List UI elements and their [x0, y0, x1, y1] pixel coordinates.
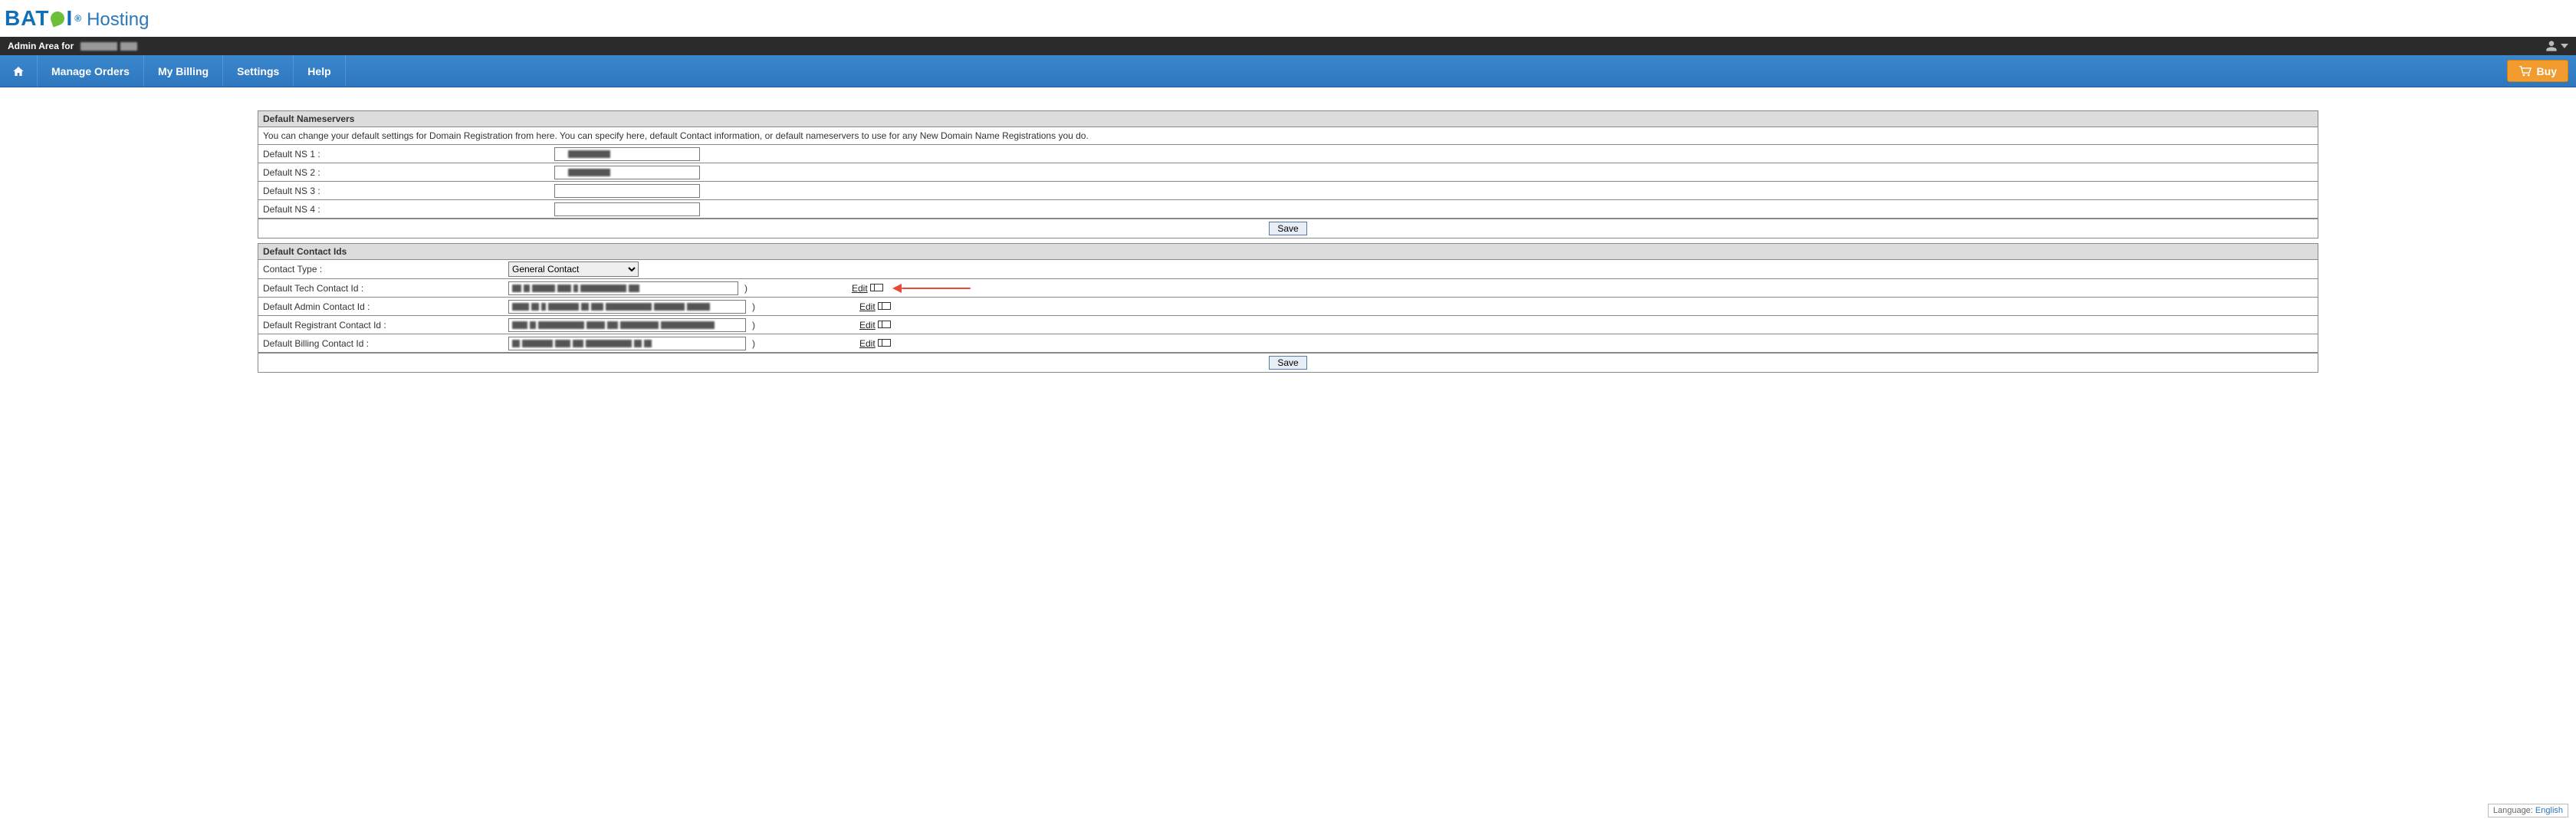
- save-nameservers-button[interactable]: Save: [1269, 222, 1306, 235]
- popup-icon: [878, 320, 891, 331]
- user-icon: [2545, 40, 2558, 52]
- nav-home[interactable]: [0, 55, 38, 87]
- ns4-label: Default NS 4 :: [258, 202, 550, 217]
- ns-row-3: Default NS 3 :: [258, 182, 2318, 200]
- section-title-nameservers: Default Nameservers: [258, 111, 2318, 127]
- paren: ): [744, 283, 748, 294]
- panel-default-nameservers: Default Nameservers You can change your …: [258, 110, 2318, 238]
- nameservers-description: You can change your default settings for…: [258, 127, 2318, 145]
- popup-icon: [870, 283, 883, 294]
- redacted-text: [80, 42, 117, 51]
- popup-icon: [878, 301, 891, 312]
- paren: ): [752, 338, 755, 349]
- redacted-text: [568, 150, 610, 158]
- nav-help[interactable]: Help: [294, 55, 345, 87]
- billing-contact-row: Default Billing Contact Id : ) Edit: [258, 334, 2318, 353]
- ns3-input[interactable]: [554, 184, 700, 198]
- ns4-input[interactable]: [554, 202, 700, 216]
- admin-contact-row: Default Admin Contact Id : ) Edit: [258, 298, 2318, 316]
- redacted-text: [120, 42, 137, 51]
- edit-tech-contact-link[interactable]: Edit: [852, 283, 883, 294]
- panel-default-contacts: Default Contact Ids Contact Type : Gener…: [258, 243, 2318, 373]
- ns-row-4: Default NS 4 :: [258, 200, 2318, 219]
- main-nav: Manage Orders My Billing Settings Help B…: [0, 55, 2576, 87]
- buy-button[interactable]: Buy: [2507, 60, 2568, 82]
- nav-my-billing[interactable]: My Billing: [144, 55, 223, 87]
- admin-bar: Admin Area for: [0, 37, 2576, 55]
- language-selector[interactable]: Language: English: [2488, 804, 2568, 817]
- section-title-contacts: Default Contact Ids: [258, 244, 2318, 260]
- contact-type-select[interactable]: General Contact: [508, 261, 639, 277]
- buy-label: Buy: [2537, 65, 2557, 77]
- paren: ): [752, 301, 755, 312]
- tech-contact-row: Default Tech Contact Id : ) Edit: [258, 279, 2318, 298]
- contact-type-label: Contact Type :: [258, 261, 504, 277]
- user-menu[interactable]: [2545, 40, 2568, 52]
- save-contacts-button[interactable]: Save: [1269, 356, 1306, 370]
- ns-row-2: Default NS 2 :: [258, 163, 2318, 182]
- leaf-icon: [49, 9, 67, 27]
- edit-registrant-contact-link[interactable]: Edit: [859, 320, 891, 331]
- cart-icon: [2518, 66, 2532, 77]
- popup-icon: [878, 338, 891, 349]
- registrant-contact-row: Default Registrant Contact Id : ) Edit: [258, 316, 2318, 334]
- ns-row-1: Default NS 1 :: [258, 145, 2318, 163]
- admin-contact-label: Default Admin Contact Id :: [258, 299, 504, 314]
- admin-area-label: Admin Area for: [8, 41, 74, 51]
- brand-header: BATI® Hosting: [0, 0, 2576, 37]
- ns1-label: Default NS 1 :: [258, 146, 550, 162]
- brand-sub: Hosting: [87, 9, 149, 31]
- tech-contact-display: [508, 281, 738, 295]
- billing-contact-display: [508, 337, 746, 350]
- language-value: English: [2535, 806, 2563, 815]
- nav-manage-orders[interactable]: Manage Orders: [38, 55, 144, 87]
- ns2-label: Default NS 2 :: [258, 165, 550, 180]
- redacted-text: [568, 169, 610, 176]
- language-label: Language:: [2493, 806, 2533, 815]
- billing-contact-label: Default Billing Contact Id :: [258, 336, 504, 351]
- brand-logo[interactable]: BATI®: [5, 6, 82, 31]
- edit-admin-contact-link[interactable]: Edit: [859, 301, 891, 312]
- home-icon: [12, 65, 25, 77]
- contact-type-row: Contact Type : General Contact: [258, 260, 2318, 279]
- edit-billing-contact-link[interactable]: Edit: [859, 338, 891, 349]
- admin-contact-display: [508, 300, 746, 314]
- ns3-label: Default NS 3 :: [258, 183, 550, 199]
- caret-down-icon: [2561, 42, 2568, 50]
- paren: ): [752, 320, 755, 331]
- nav-settings[interactable]: Settings: [223, 55, 294, 87]
- registrant-contact-display: [508, 318, 746, 332]
- tech-contact-label: Default Tech Contact Id :: [258, 281, 504, 296]
- registrant-contact-label: Default Registrant Contact Id :: [258, 317, 504, 333]
